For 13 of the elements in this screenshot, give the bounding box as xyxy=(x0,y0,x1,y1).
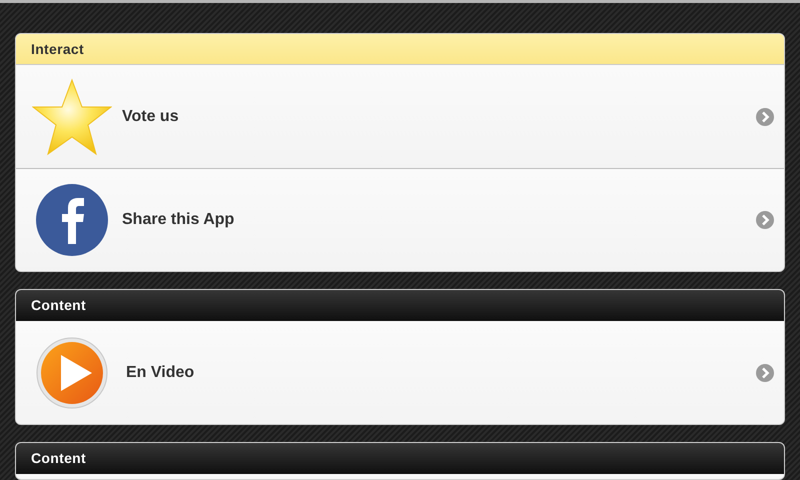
item-label: Vote us xyxy=(122,106,180,126)
item-label: En Video xyxy=(125,362,196,382)
item-label: Share this App xyxy=(122,210,236,230)
chevron-right-icon xyxy=(756,364,774,382)
section-header: Interact xyxy=(16,34,784,65)
section-header: Content xyxy=(16,443,784,474)
chevron-right-icon xyxy=(756,108,774,126)
list-item[interactable]: Share this App xyxy=(16,168,784,271)
facebook-icon xyxy=(36,184,108,256)
section-header: Content xyxy=(16,290,784,321)
play-icon xyxy=(36,336,108,408)
star-icon xyxy=(32,78,112,156)
chevron-right-icon xyxy=(756,211,774,229)
